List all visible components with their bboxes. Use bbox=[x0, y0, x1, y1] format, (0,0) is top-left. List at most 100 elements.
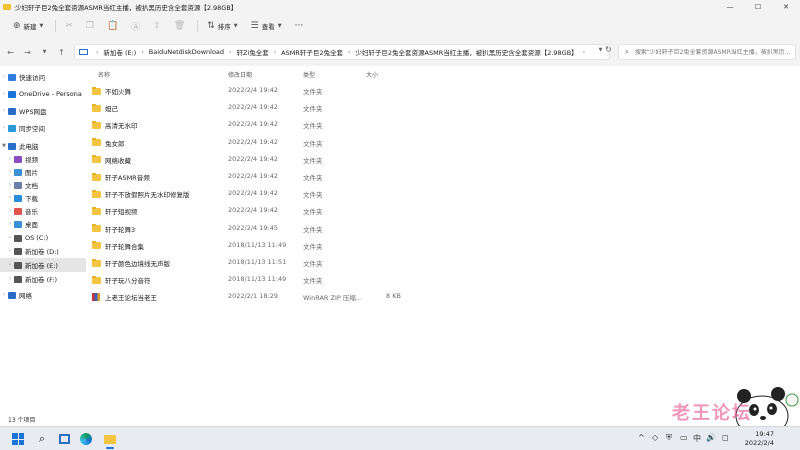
chevron-right-icon[interactable]: › bbox=[6, 182, 14, 188]
chevron-right-icon[interactable]: › bbox=[6, 195, 14, 201]
clock-time: 19:47 bbox=[755, 430, 774, 438]
forward-button[interactable]: → bbox=[19, 48, 36, 57]
network-status-icon[interactable]: ◻ bbox=[722, 433, 729, 442]
folder-icon bbox=[92, 241, 101, 250]
recent-locations-button[interactable]: ▼ bbox=[36, 49, 53, 55]
chevron-down-icon[interactable]: ▼ bbox=[0, 143, 8, 149]
file-row[interactable]: 网络收藏 2022/2/4 19:42 文件夹 bbox=[86, 151, 800, 168]
file-date: 2022/2/4 19:42 bbox=[228, 189, 278, 198]
nav-item[interactable]: › 同步空间 bbox=[0, 121, 86, 135]
up-button[interactable]: ↑ bbox=[53, 48, 70, 57]
chevron-right-icon[interactable]: › bbox=[0, 74, 8, 80]
rename-button[interactable]: Ⓐ bbox=[126, 17, 148, 35]
file-row[interactable]: 轩子不放假照片无水印修复版 2022/2/4 19:42 文件夹 bbox=[86, 185, 800, 202]
column-header-size[interactable]: 大小 bbox=[366, 70, 378, 79]
input-method-indicator[interactable]: 中 bbox=[693, 433, 701, 444]
chevron-right-icon[interactable]: › bbox=[0, 125, 8, 131]
paste-button[interactable]: 📋 bbox=[102, 17, 126, 35]
chevron-right-icon[interactable]: › bbox=[6, 276, 14, 282]
system-clock[interactable]: 19:47 2022/2/4 bbox=[745, 430, 774, 448]
chevron-right-icon[interactable]: › bbox=[0, 292, 8, 298]
copy-button[interactable]: ❐ bbox=[81, 17, 102, 35]
cut-button[interactable]: ✂ bbox=[60, 17, 81, 35]
more-options-button[interactable]: ··· bbox=[290, 17, 309, 35]
nav-item-label: 网络 bbox=[19, 292, 32, 300]
search-box[interactable]: ⌕ bbox=[618, 44, 796, 60]
nav-item[interactable]: › 桌面 bbox=[0, 217, 86, 231]
chevron-right-icon[interactable]: › bbox=[6, 248, 14, 254]
search-input[interactable] bbox=[634, 48, 795, 56]
file-row[interactable]: 轩子玩八分音符 2018/11/13 11:49 文件夹 bbox=[86, 271, 800, 288]
tray-battery-icon[interactable]: ▭ bbox=[680, 433, 688, 442]
file-row[interactable]: 不如火舞 2022/2/4 19:42 文件夹 bbox=[86, 82, 800, 99]
chevron-right-icon[interactable]: › bbox=[6, 169, 14, 175]
nav-item[interactable]: › 新加卷 (E:) bbox=[0, 258, 86, 272]
chevron-right-icon[interactable]: › bbox=[6, 208, 14, 214]
file-list-pane: 名称 修改日期 类型 大小 不如火舞 2022/2/4 19:42 文件夹 妲己 202… bbox=[86, 66, 800, 412]
start-button[interactable] bbox=[10, 431, 26, 447]
back-button[interactable]: ← bbox=[2, 48, 19, 57]
file-row[interactable]: 轩子轮舞合集 2018/11/13 11:49 文件夹 bbox=[86, 237, 800, 254]
chevron-right-icon[interactable]: › bbox=[0, 108, 8, 114]
file-row[interactable]: 上老王论坛当老王 2022/2/1 18:29 WinRAR ZIP 压缩... 8 … bbox=[86, 288, 800, 305]
nav-item[interactable]: › 新加卷 (D:) bbox=[0, 244, 86, 258]
nav-item[interactable]: › 快速访问 bbox=[0, 70, 86, 84]
taskbar-search-button[interactable]: ⌕ bbox=[34, 431, 50, 447]
delete-button[interactable]: 🗑 bbox=[169, 17, 193, 35]
chevron-right-icon[interactable]: › bbox=[6, 156, 14, 162]
close-button[interactable]: ✕ bbox=[772, 0, 800, 13]
nav-item[interactable]: › OS (C:) bbox=[0, 231, 86, 245]
maximize-button[interactable]: ☐ bbox=[744, 0, 772, 13]
edge-browser-button[interactable] bbox=[78, 431, 94, 447]
tray-app-icon[interactable]: ◇ bbox=[652, 433, 658, 442]
column-header-type[interactable]: 类型 bbox=[303, 70, 315, 79]
nav-item[interactable]: › OneDrive - Persona bbox=[0, 87, 86, 101]
tray-overflow-button[interactable]: ^ bbox=[638, 433, 645, 442]
chevron-right-icon[interactable]: › bbox=[6, 262, 14, 268]
file-name: 上老王论坛当老王 bbox=[105, 294, 157, 303]
file-row[interactable]: 轩子轮舞3 2022/2/4 19:45 文件夹 bbox=[86, 220, 800, 237]
file-name: 不如火舞 bbox=[105, 88, 131, 96]
breadcrumb-item-current[interactable]: 少妇轩子巨2兔全套资源ASMR当红主播，被扒黑历史含全套资源【2.98GB】 bbox=[355, 47, 577, 57]
network-icon bbox=[8, 291, 16, 299]
new-button[interactable]: ⊕ 新建 ▼ bbox=[8, 17, 51, 35]
file-name-cell: 轩子轮舞3 bbox=[92, 224, 135, 234]
refresh-button[interactable]: ↻ bbox=[600, 45, 617, 54]
nav-item[interactable]: › 图片 bbox=[0, 165, 86, 179]
task-view-button[interactable] bbox=[56, 431, 72, 447]
chevron-right-icon[interactable]: › bbox=[6, 235, 14, 241]
column-header-name[interactable]: 名称 bbox=[98, 70, 110, 79]
tray-security-icon[interactable]: ⛨ bbox=[666, 433, 672, 443]
nav-item[interactable]: ▼ 此电脑 bbox=[0, 139, 86, 153]
breadcrumb-item[interactable]: 新加卷 (E:) bbox=[103, 47, 136, 57]
chevron-right-icon[interactable]: › bbox=[6, 221, 14, 227]
column-header-date[interactable]: 修改日期 bbox=[228, 70, 252, 79]
minimize-button[interactable]: — bbox=[716, 0, 744, 13]
file-row[interactable]: 兔女郎 2022/2/4 19:42 文件夹 bbox=[86, 134, 800, 151]
file-row[interactable]: 轩子ASMR音频 2022/2/4 19:42 文件夹 bbox=[86, 168, 800, 185]
nav-item[interactable]: › WPS网盘 bbox=[0, 104, 86, 118]
rename-icon: Ⓐ bbox=[131, 22, 141, 33]
nav-item[interactable]: › 网络 bbox=[0, 288, 86, 302]
volume-icon[interactable]: 🔊 bbox=[706, 433, 716, 442]
file-name-cell: 不如火舞 bbox=[92, 86, 131, 96]
chevron-right-icon[interactable]: › bbox=[0, 91, 8, 97]
breadcrumb-item[interactable]: BaiduNetdiskDownload bbox=[149, 48, 224, 56]
nav-item[interactable]: › 文档 bbox=[0, 178, 86, 192]
file-row[interactable]: 妲己 2022/2/4 19:42 文件夹 bbox=[86, 99, 800, 116]
sort-button[interactable]: ⇅ 排序 ▼ bbox=[202, 17, 245, 35]
folder-icon bbox=[92, 138, 101, 147]
file-explorer-taskbar-button[interactable] bbox=[102, 431, 118, 449]
file-row[interactable]: 轩子颜色边境线无声版 2018/11/13 11:51 文件夹 bbox=[86, 254, 800, 271]
breadcrumb-item[interactable]: 轩Zi兔全套 bbox=[236, 47, 268, 57]
nav-item[interactable]: › 视频 bbox=[0, 152, 86, 166]
nav-item[interactable]: › 新加卷 (F:) bbox=[0, 272, 86, 286]
file-row[interactable]: 轩子短视频 2022/2/4 19:42 文件夹 bbox=[86, 202, 800, 219]
view-button[interactable]: ☰ 查看 ▼ bbox=[246, 17, 290, 35]
breadcrumb-item[interactable]: ASMR轩子巨2兔全套 bbox=[281, 47, 343, 57]
nav-item[interactable]: › 音乐 bbox=[0, 204, 86, 218]
nav-item[interactable]: › 下载 bbox=[0, 191, 86, 205]
share-button[interactable]: ⇪ bbox=[148, 17, 169, 35]
file-row[interactable]: 高清无水印 2022/2/4 19:42 文件夹 bbox=[86, 116, 800, 133]
address-bar[interactable]: › 新加卷 (E:) › BaiduNetdiskDownload › 轩Zi兔… bbox=[74, 44, 610, 60]
